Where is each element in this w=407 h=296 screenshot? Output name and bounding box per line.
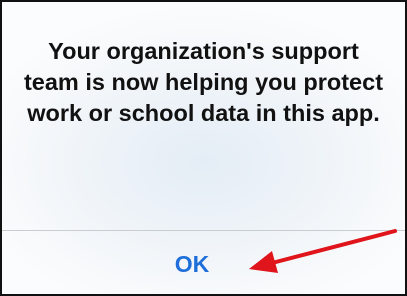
- button-divider: [2, 230, 405, 231]
- alert-message: Your organization's support team is now …: [23, 38, 384, 126]
- alert-dialog: Your organization's support team is now …: [0, 0, 407, 296]
- ok-button[interactable]: OK: [152, 242, 232, 286]
